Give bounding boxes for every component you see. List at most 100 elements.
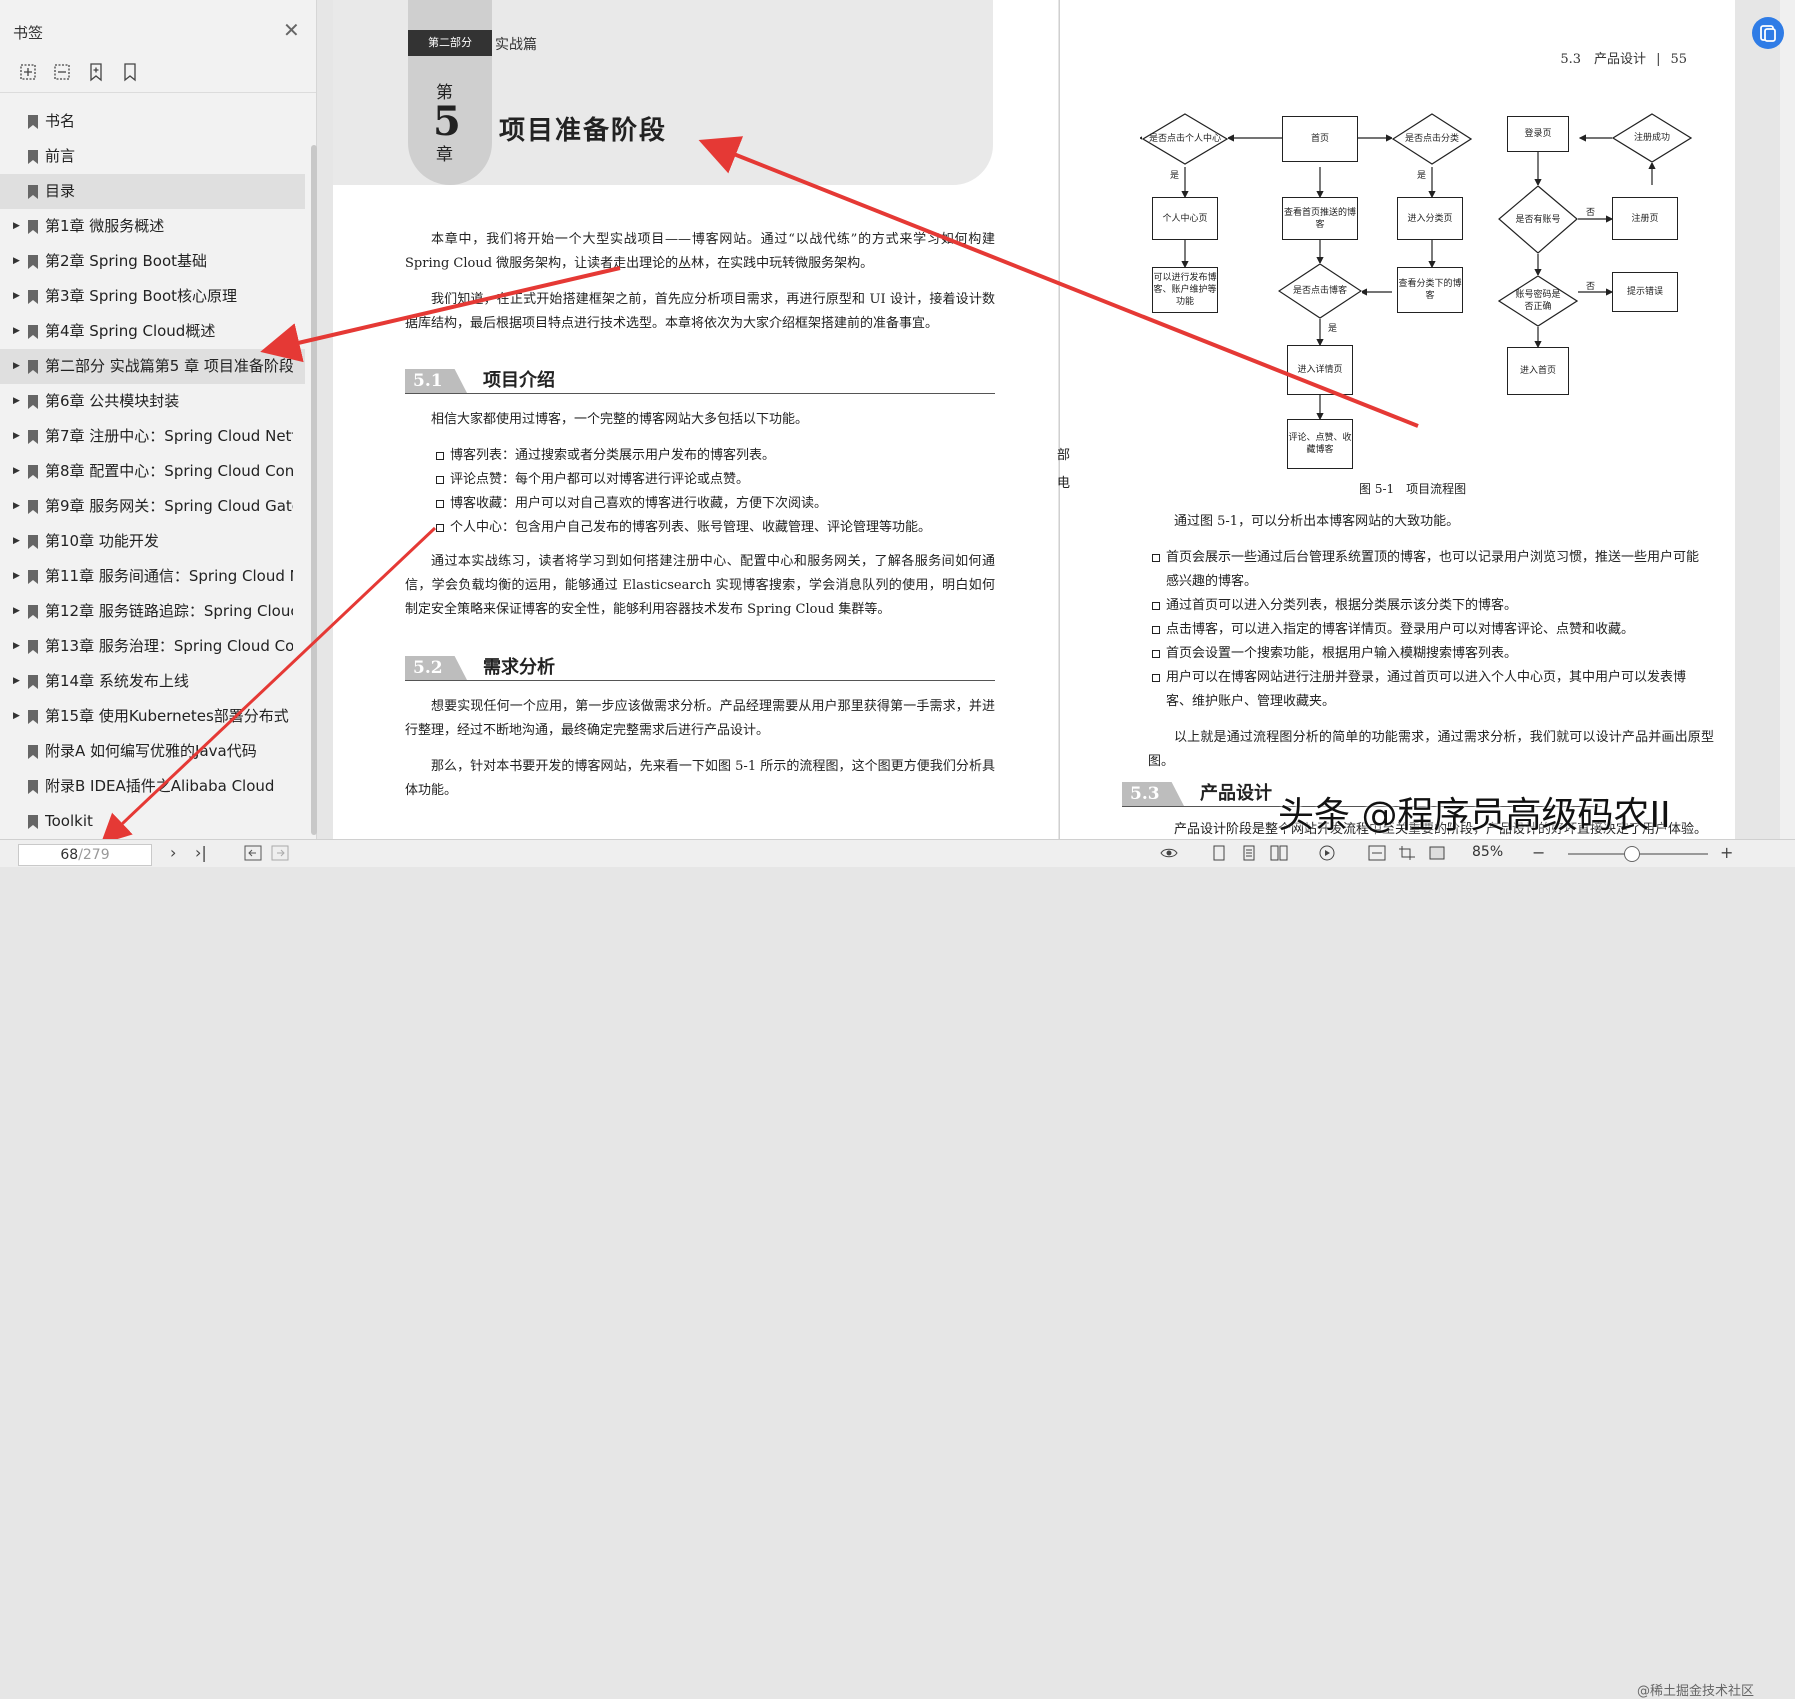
- bookmark-label: 书名: [45, 112, 76, 130]
- node-enter-category: 进入分类页: [1397, 197, 1463, 240]
- node-label: 是否有账号: [1515, 214, 1561, 225]
- zoom-in-icon[interactable]: +: [1720, 843, 1733, 862]
- expand-arrow-icon[interactable]: ▶: [13, 629, 20, 664]
- node-register-page: 注册页: [1612, 197, 1678, 240]
- bookmark-item[interactable]: Toolkit: [0, 804, 306, 839]
- expand-arrow-icon[interactable]: ▶: [13, 419, 20, 454]
- section-title: 需求分析: [483, 657, 555, 678]
- list-item: 个人中心：包含用户自己发布的博客列表、账号管理、收藏管理、评论管理等功能。: [436, 516, 996, 540]
- bookmark-item[interactable]: ▶ 第4章 Spring Cloud概述: [0, 314, 306, 349]
- two-page-icon[interactable]: [1270, 845, 1288, 861]
- diamond-category: 是否点击分类: [1392, 113, 1472, 165]
- expand-arrow-icon[interactable]: ▶: [13, 489, 20, 524]
- bookmark-label: 第7章 注册中心：Spring Cloud Netf: [45, 427, 293, 445]
- expand-arrow-icon[interactable]: ▶: [13, 314, 20, 349]
- feature-summary-list: 首页会展示一些通过后台管理系统置顶的博客，也可以记录用户浏览习惯，推送一些用户可…: [1152, 546, 1708, 714]
- expand-arrow-icon[interactable]: ▶: [13, 384, 20, 419]
- float-action-icon[interactable]: [1752, 17, 1784, 49]
- bookmark-label: 第14章 系统发布上线: [45, 672, 189, 690]
- expand-arrow-icon[interactable]: ▶: [13, 349, 20, 384]
- node-enter-home: 进入首页: [1507, 347, 1569, 395]
- bookmark-item[interactable]: ▶ 第14章 系统发布上线: [0, 664, 306, 699]
- bookmark-item[interactable]: ▶ 第15章 使用Kubernetes部署分布式: [0, 699, 306, 734]
- bookmark-flag-icon: [28, 780, 38, 794]
- section-rule: [405, 680, 995, 681]
- play-icon[interactable]: [1318, 845, 1336, 861]
- label-no: 否: [1586, 208, 1596, 218]
- list-item: 博客列表：通过搜索或者分类展示用户发布的博客列表。: [436, 444, 996, 468]
- bookmark-flag-icon: [28, 255, 38, 269]
- back-icon[interactable]: [244, 845, 262, 861]
- zoom-slider-knob[interactable]: [1624, 846, 1640, 862]
- expand-arrow-icon[interactable]: ▶: [13, 594, 20, 629]
- bookmark-item[interactable]: ▶ 第二部分 实战篇第5 章 项目准备阶段: [0, 349, 305, 384]
- bookmark-flag-icon: [28, 150, 38, 164]
- header-separator: |: [1656, 52, 1661, 67]
- bookmark-item[interactable]: ▶ 第6章 公共模块封装: [0, 384, 306, 419]
- bookmark-item[interactable]: 附录B IDEA插件之Alibaba Cloud: [0, 769, 306, 804]
- last-page-icon[interactable]: ›|: [195, 843, 207, 862]
- bookmark-label: 目录: [45, 182, 76, 200]
- node-enter-detail: 进入详情页: [1287, 345, 1353, 395]
- node-personal-page: 个人中心页: [1152, 197, 1218, 240]
- eye-icon[interactable]: [1160, 845, 1178, 861]
- bookmark-sidebar: 书签 ✕ 书名 前言 目录 ▶ 第1章 微服务概述 ▶ 第2章 Spring Boot基础 ▶…: [0, 0, 317, 866]
- chapter-zhang: 章: [436, 145, 453, 165]
- bookmark-flag-icon: [28, 430, 38, 444]
- bookmark-item[interactable]: 书名: [0, 104, 306, 139]
- bookmark-item[interactable]: ▶ 第7章 注册中心：Spring Cloud Netf: [0, 419, 306, 454]
- crop-icon[interactable]: [1398, 845, 1416, 861]
- page-total: /279: [78, 847, 110, 863]
- bookmark-flag-icon: [28, 675, 38, 689]
- forward-icon[interactable]: [271, 845, 289, 861]
- add-bookmark-icon[interactable]: [86, 62, 106, 82]
- label-yes: 是: [1170, 171, 1180, 181]
- next-page-icon[interactable]: ›: [170, 843, 176, 862]
- expand-arrow-icon[interactable]: ▶: [13, 244, 20, 279]
- single-page-icon[interactable]: [1210, 845, 1228, 861]
- expand-arrow-icon[interactable]: ▶: [13, 524, 20, 559]
- bookmark-item[interactable]: ▶ 第2章 Spring Boot基础: [0, 244, 306, 279]
- sidebar-scrollbar[interactable]: [311, 145, 317, 835]
- expand-arrow-icon[interactable]: ▶: [13, 699, 20, 734]
- chapter-number: 5: [433, 98, 461, 145]
- zoom-out-icon[interactable]: −: [1532, 843, 1545, 862]
- expand-arrow-icon[interactable]: ▶: [13, 664, 20, 699]
- bookmark-toolbar: [18, 62, 140, 82]
- bookmark-item[interactable]: ▶ 第12章 服务链路追踪：Spring Clouc: [0, 594, 306, 629]
- bookmark-item[interactable]: ▶ 第3章 Spring Boot核心原理: [0, 279, 306, 314]
- fullscreen-icon[interactable]: [1428, 845, 1446, 861]
- bookmark-label: 第6章 公共模块封装: [45, 392, 180, 410]
- fit-width-icon[interactable]: [1368, 845, 1386, 861]
- bookmark-item[interactable]: ▶ 第13章 服务治理：Spring Cloud Co: [0, 629, 306, 664]
- bookmark-item[interactable]: 目录: [0, 174, 305, 209]
- bookmark-flag-icon: [28, 465, 38, 479]
- node-login: 登录页: [1507, 116, 1569, 152]
- continuous-page-icon[interactable]: [1240, 845, 1258, 861]
- document-scrollbar[interactable]: [1780, 0, 1795, 839]
- expand-all-icon[interactable]: [18, 62, 38, 82]
- bookmark-item[interactable]: ▶ 第9章 服务网关：Spring Cloud Gate: [0, 489, 306, 524]
- expand-arrow-icon[interactable]: ▶: [13, 454, 20, 489]
- expand-arrow-icon[interactable]: ▶: [13, 279, 20, 314]
- bookmark-item[interactable]: ▶ 第10章 功能开发: [0, 524, 306, 559]
- intro-paragraph-1: 本章中，我们将开始一个大型实战项目——博客网站。通过“以战代练”的方式来学习如何…: [405, 232, 995, 271]
- bookmark-item[interactable]: 附录A 如何编写优雅的Java代码: [0, 734, 306, 769]
- list-item: 点击博客，可以进入指定的博客详情页。登录用户可以对博客评论、点赞和收藏。: [1152, 618, 1708, 642]
- close-icon[interactable]: ✕: [283, 20, 303, 40]
- section-number: 5.3: [1122, 782, 1184, 806]
- zoom-level[interactable]: 85%: [1472, 844, 1503, 860]
- expand-arrow-icon[interactable]: ▶: [13, 559, 20, 594]
- bottom-toolbar: 68/279 › ›| 85% − + @稀土掘金技术社区: [0, 839, 1795, 1699]
- node-label: 是否点击分类: [1404, 134, 1459, 144]
- bookmark-item[interactable]: ▶ 第1章 微服务概述: [0, 209, 306, 244]
- bookmark-icon[interactable]: [120, 62, 140, 82]
- expand-arrow-icon[interactable]: ▶: [13, 209, 20, 244]
- node-home: 首页: [1282, 116, 1358, 162]
- collapse-all-icon[interactable]: [52, 62, 72, 82]
- bookmark-item[interactable]: ▶ 第8章 配置中心：Spring Cloud Con: [0, 454, 306, 489]
- page-number-input[interactable]: 68/279: [18, 844, 152, 866]
- bookmark-item[interactable]: ▶ 第11章 服务间通信：Spring Cloud N: [0, 559, 306, 594]
- bookmark-item[interactable]: 前言: [0, 139, 306, 174]
- bookmark-label: 第12章 服务链路追踪：Spring Clouc: [45, 602, 293, 620]
